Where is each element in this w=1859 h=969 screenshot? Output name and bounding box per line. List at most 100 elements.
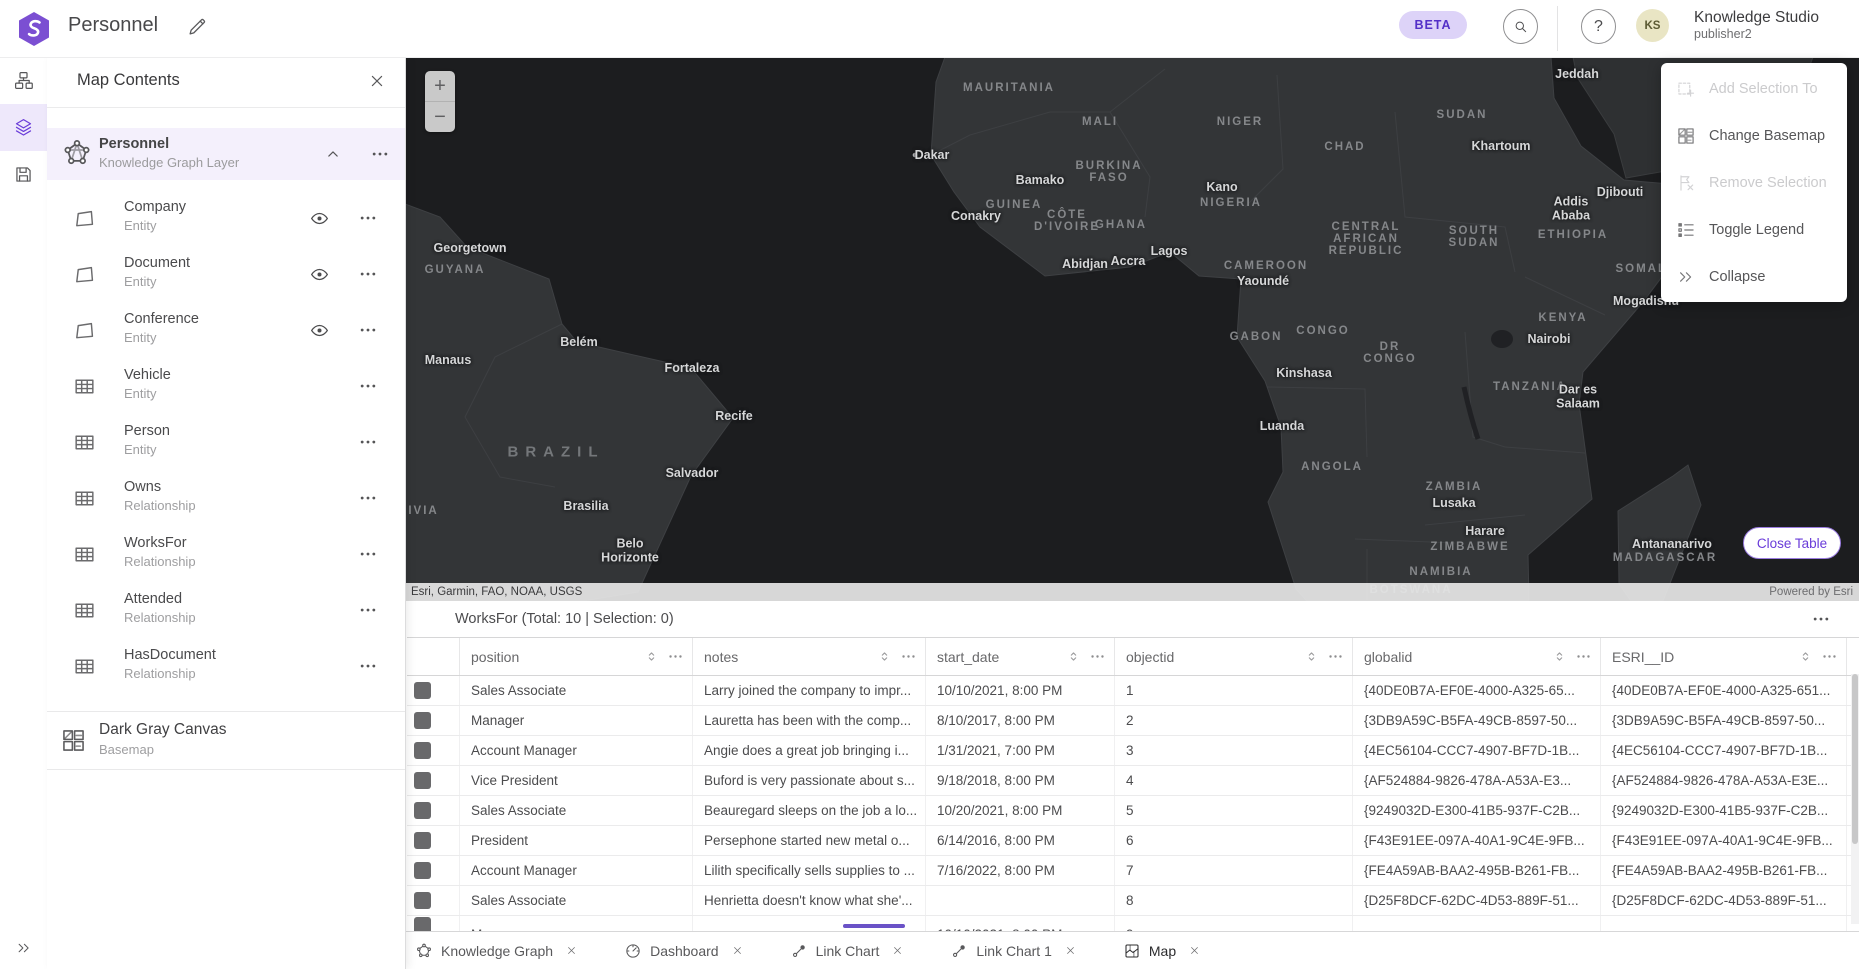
table-row[interactable]: Vice PresidentBuford is very passionate …: [407, 766, 1859, 796]
table-cell[interactable]: {3DB9A59C-B5FA-49CB-8597-50...: [1353, 706, 1601, 735]
search-button[interactable]: [1503, 9, 1538, 44]
horizontal-scrollbar-thumb[interactable]: [843, 924, 905, 928]
layer-options-icon[interactable]: [358, 600, 378, 620]
table-cell[interactable]: Buford is very passionate about s...: [693, 766, 926, 795]
column-options-icon[interactable]: [1575, 648, 1592, 665]
column-options-icon[interactable]: [900, 648, 917, 665]
tab-close-icon[interactable]: [891, 944, 904, 957]
tab-close-icon[interactable]: [731, 944, 744, 957]
row-checkbox[interactable]: [414, 892, 431, 909]
table-cell[interactable]: 1/31/2021, 7:00 PM: [926, 736, 1115, 765]
sort-icon[interactable]: [1304, 649, 1319, 664]
zoom-out-button[interactable]: −: [425, 102, 455, 132]
table-row[interactable]: Account ManagerAngie does a great job br…: [407, 736, 1859, 766]
table-cell[interactable]: Manager: [460, 706, 693, 735]
collapse-group-icon[interactable]: [323, 144, 343, 164]
row-checkbox[interactable]: [414, 712, 431, 729]
table-cell[interactable]: Henrietta doesn't know what she'...: [693, 886, 926, 915]
table-cell[interactable]: Larry joined the company to impr...: [693, 676, 926, 705]
row-checkbox[interactable]: [414, 862, 431, 879]
layer-list-item[interactable]: Owns Relationship: [47, 470, 405, 526]
zoom-in-button[interactable]: +: [425, 71, 455, 102]
column-header-objectid[interactable]: objectid: [1115, 638, 1353, 675]
column-options-icon[interactable]: [667, 648, 684, 665]
close-table-button[interactable]: Close Table: [1743, 527, 1841, 559]
column-options-icon[interactable]: [1821, 648, 1838, 665]
layer-options-icon[interactable]: [358, 264, 378, 284]
table-cell[interactable]: Sales Associate: [460, 886, 693, 915]
column-header-notes[interactable]: notes: [693, 638, 926, 675]
table-row[interactable]: Sales AssociateBeauregard sleeps on the …: [407, 796, 1859, 826]
sort-icon[interactable]: [1552, 649, 1567, 664]
sidebar-item-save[interactable]: [0, 151, 47, 198]
column-header-start_date[interactable]: start_date: [926, 638, 1115, 675]
table-row[interactable]: Account ManagerLilith specifically sells…: [407, 856, 1859, 886]
table-cell[interactable]: {F43E91EE-097A-40A1-9C4E-9FB...: [1601, 826, 1847, 855]
table-cell[interactable]: {D25F8DCF-62DC-4D53-889F-51...: [1601, 886, 1847, 915]
tab-close-icon[interactable]: [565, 944, 578, 957]
table-cell[interactable]: 1: [1115, 676, 1353, 705]
visibility-eye-icon[interactable]: [309, 208, 330, 229]
table-cell[interactable]: 8/10/2017, 8:00 PM: [926, 706, 1115, 735]
sort-icon[interactable]: [644, 649, 659, 664]
edit-title-icon[interactable]: [186, 16, 208, 38]
menu-item-collapse[interactable]: Collapse: [1661, 253, 1847, 300]
visibility-eye-icon[interactable]: [309, 320, 330, 341]
table-cell[interactable]: 6/14/2016, 8:00 PM: [926, 826, 1115, 855]
close-panel-icon[interactable]: [367, 71, 387, 91]
table-cell[interactable]: {40DE0B7A-EF0E-4000-A325-65...: [1353, 676, 1601, 705]
avatar[interactable]: KS: [1636, 9, 1669, 42]
table-row[interactable]: Sales AssociateHenrietta doesn't know wh…: [407, 886, 1859, 916]
table-cell[interactable]: {3DB9A59C-B5FA-49CB-8597-50...: [1601, 706, 1847, 735]
table-cell[interactable]: 10/10/2021, 8:00 PM: [926, 676, 1115, 705]
table-cell[interactable]: Account Manager: [460, 856, 693, 885]
table-cell[interactable]: {9249032D-E300-41B5-937F-C2B...: [1353, 796, 1601, 825]
table-cell[interactable]: 7/16/2022, 8:00 PM: [926, 856, 1115, 885]
layer-options-icon[interactable]: [358, 656, 378, 676]
table-options-icon[interactable]: [1811, 609, 1831, 629]
menu-item-toggle-legend[interactable]: Toggle Legend: [1661, 206, 1847, 253]
tab-link-chart-1[interactable]: Link Chart 1: [950, 942, 1076, 960]
menu-item-change-basemap[interactable]: Change Basemap: [1661, 112, 1847, 159]
table-cell[interactable]: 7: [1115, 856, 1353, 885]
row-checkbox[interactable]: [414, 742, 431, 759]
layer-options-icon[interactable]: [358, 320, 378, 340]
row-checkbox[interactable]: [414, 682, 431, 699]
table-cell[interactable]: Sales Associate: [460, 796, 693, 825]
table-cell[interactable]: {40DE0B7A-EF0E-4000-A325-651...: [1601, 676, 1847, 705]
table-cell[interactable]: {D25F8DCF-62DC-4D53-889F-51...: [1353, 886, 1601, 915]
table-cell[interactable]: 10/20/2021, 8:00 PM: [926, 796, 1115, 825]
layer-group-personnel[interactable]: Personnel Knowledge Graph Layer: [47, 128, 405, 180]
table-cell[interactable]: {4EC56104-CCC7-4907-BF7D-1B...: [1601, 736, 1847, 765]
table-cell[interactable]: 2: [1115, 706, 1353, 735]
tab-map[interactable]: Map: [1123, 942, 1201, 960]
tab-knowledge-graph[interactable]: Knowledge Graph: [415, 942, 578, 960]
basemap-item[interactable]: Dark Gray Canvas Basemap: [47, 711, 405, 770]
group-options-icon[interactable]: [370, 144, 390, 164]
sort-icon[interactable]: [1798, 649, 1813, 664]
column-options-icon[interactable]: [1089, 648, 1106, 665]
table-cell[interactable]: 3: [1115, 736, 1353, 765]
help-button[interactable]: ?: [1581, 9, 1616, 44]
expand-rail-button[interactable]: [0, 933, 47, 963]
column-options-icon[interactable]: [1327, 648, 1344, 665]
layer-list-item[interactable]: Attended Relationship: [47, 582, 405, 638]
layer-options-icon[interactable]: [358, 432, 378, 452]
vertical-scrollbar-thumb[interactable]: [1852, 674, 1858, 844]
row-checkbox[interactable]: [414, 802, 431, 819]
table-cell[interactable]: 4: [1115, 766, 1353, 795]
table-row[interactable]: ManagerLauretta has been with the comp..…: [407, 706, 1859, 736]
table-cell[interactable]: {9249032D-E300-41B5-937F-C2B...: [1601, 796, 1847, 825]
table-cell[interactable]: 9/18/2018, 8:00 PM: [926, 766, 1115, 795]
table-cell[interactable]: Sales Associate: [460, 676, 693, 705]
vertical-scrollbar[interactable]: [1851, 674, 1859, 924]
table-row[interactable]: Sales AssociateLarry joined the company …: [407, 676, 1859, 706]
layer-list-item[interactable]: HasDocument Relationship: [47, 638, 405, 694]
table-cell[interactable]: {FE4A59AB-BAA2-495B-B261-FB...: [1601, 856, 1847, 885]
sidebar-item-layers[interactable]: [0, 104, 47, 151]
layer-list-item[interactable]: Conference Entity: [47, 302, 405, 358]
layer-list-item[interactable]: Vehicle Entity: [47, 358, 405, 414]
sort-icon[interactable]: [877, 649, 892, 664]
table-cell[interactable]: 8: [1115, 886, 1353, 915]
table-cell[interactable]: Persephone started new metal o...: [693, 826, 926, 855]
